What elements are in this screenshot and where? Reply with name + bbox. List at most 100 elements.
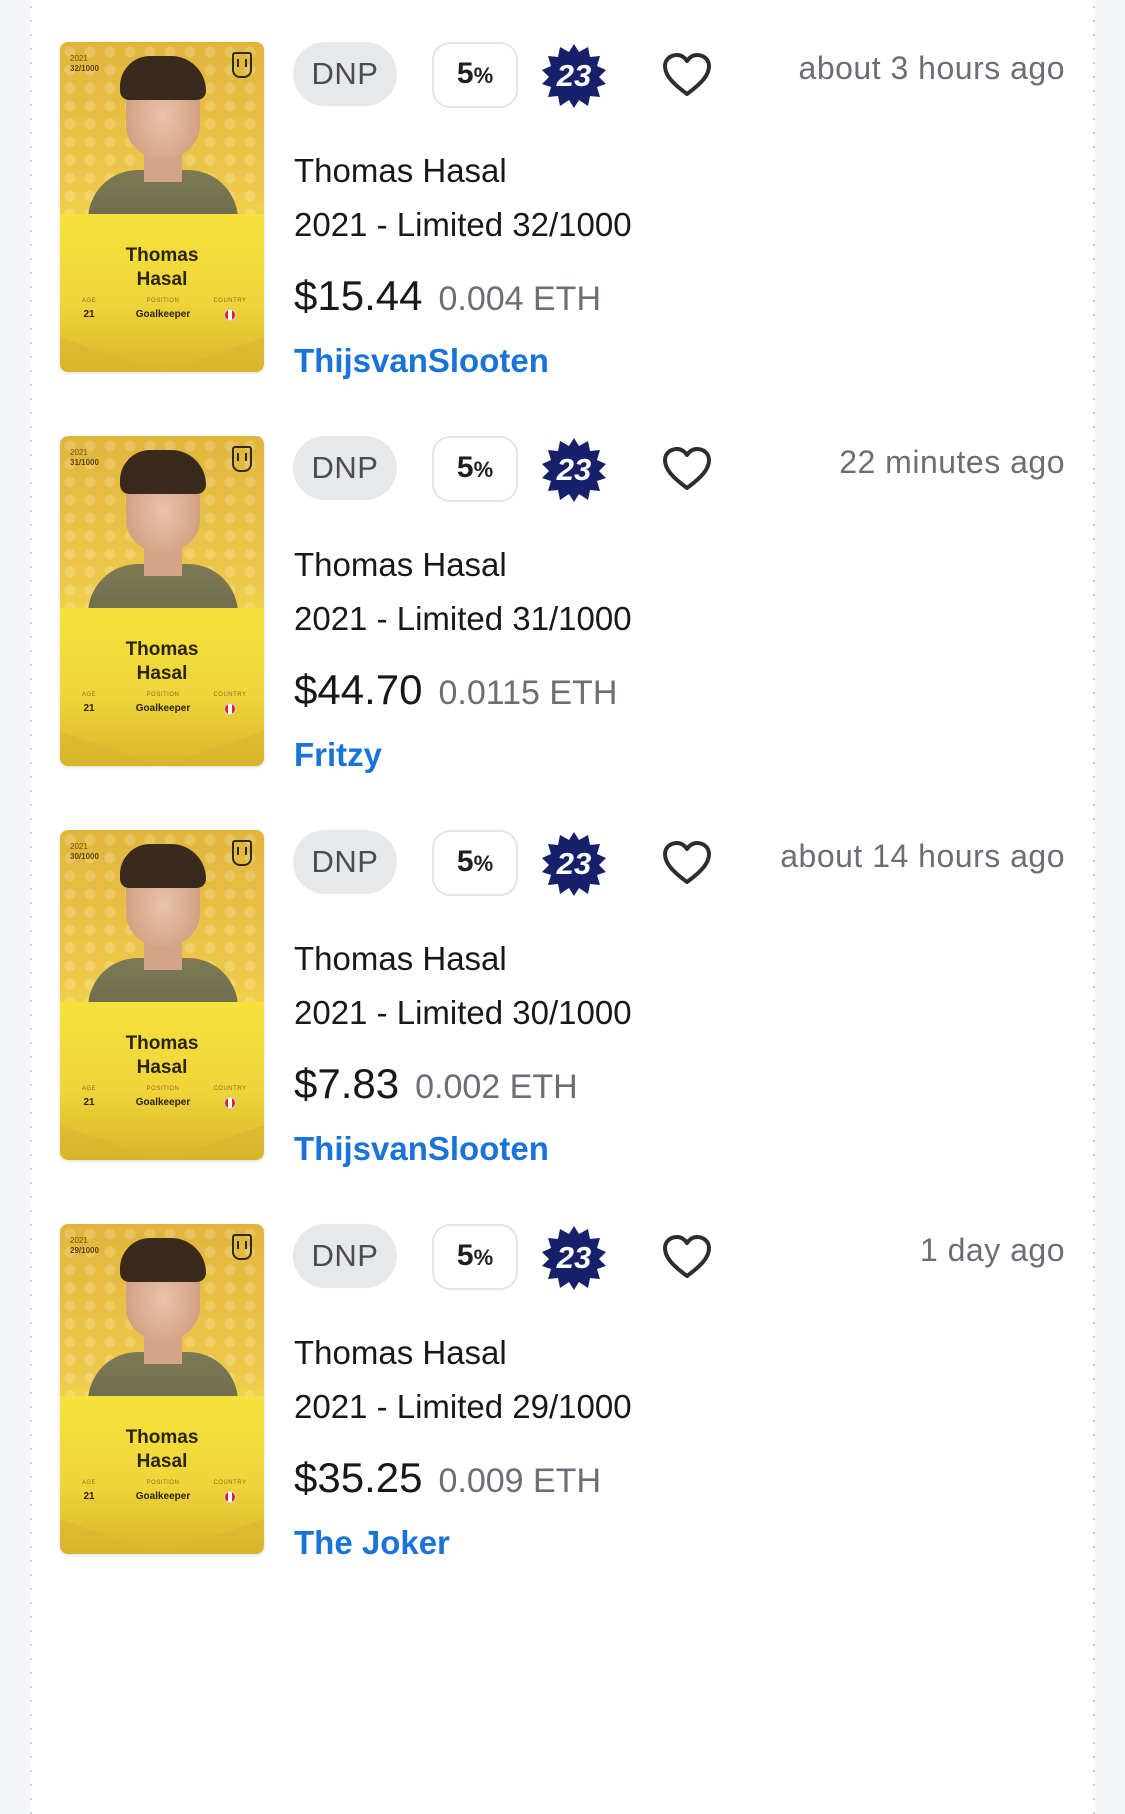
card-player-name: Thomas Hasal bbox=[60, 1032, 264, 1080]
card-position-value: Goalkeeper bbox=[135, 1097, 191, 1108]
price-usd: $7.83 bbox=[294, 1060, 400, 1107]
price-usd: $15.44 bbox=[294, 272, 423, 319]
card-name-plate: Thomas Hasal AGE 21 POSITION Goalkeeper … bbox=[60, 214, 264, 372]
player-card-image[interactable]: 2021 30/1000 Thomas Hasal AGE 21 POSITIO… bbox=[60, 830, 264, 1160]
card-stats: AGE 21 POSITION Goalkeeper COUNTRY bbox=[74, 1086, 250, 1116]
favorite-heart-icon[interactable] bbox=[662, 52, 712, 98]
favorite-heart-icon[interactable] bbox=[662, 1234, 712, 1280]
price-usd: $35.25 bbox=[294, 1454, 423, 1501]
card-position-value: Goalkeeper bbox=[135, 703, 191, 714]
card-season: 2021 bbox=[70, 842, 88, 851]
bonus-badge: 5% bbox=[432, 1224, 518, 1290]
club-crest-icon bbox=[232, 446, 252, 472]
card-age-value: 21 bbox=[83, 703, 95, 714]
card-first-name: Thomas bbox=[125, 245, 199, 266]
bonus-value: 5 bbox=[456, 1239, 474, 1272]
card-serial: 31/1000 bbox=[70, 458, 99, 467]
seller-link[interactable]: Fritzy bbox=[294, 736, 382, 774]
card-country-label: COUNTRY bbox=[213, 692, 247, 698]
bonus-symbol: % bbox=[473, 457, 494, 482]
card-edition: 2021 - Limited 31/1000 bbox=[294, 600, 632, 637]
card-season: 2021 bbox=[70, 1236, 88, 1245]
card-position-label: POSITION bbox=[146, 1086, 180, 1092]
card-age-label: AGE bbox=[81, 1086, 97, 1092]
heart-outline-icon bbox=[663, 53, 711, 96]
card-edition: 2021 - Limited 30/1000 bbox=[294, 994, 632, 1031]
club-crest-icon bbox=[232, 52, 252, 78]
canada-flag-icon bbox=[224, 1491, 236, 1503]
card-player-name: Thomas Hasal bbox=[60, 244, 264, 292]
card-position: POSITION Goalkeeper bbox=[124, 1480, 202, 1502]
card-position: POSITION Goalkeeper bbox=[124, 298, 202, 320]
price-eth: 0.004 ETH bbox=[438, 280, 601, 318]
listing-time: 1 day ago bbox=[919, 1232, 1065, 1268]
card-country: COUNTRY bbox=[210, 692, 250, 715]
card-country-label: COUNTRY bbox=[213, 298, 247, 304]
card-country: COUNTRY bbox=[210, 1086, 250, 1109]
score-value: 23 bbox=[556, 1240, 592, 1275]
player-card-image[interactable]: 2021 29/1000 Thomas Hasal AGE 21 POSITIO… bbox=[60, 1224, 264, 1554]
canada-flag-icon bbox=[224, 309, 236, 321]
price-eth: 0.002 ETH bbox=[415, 1068, 578, 1106]
card-age-label: AGE bbox=[81, 1480, 97, 1486]
listing-row[interactable]: 2021 32/1000 Thomas Hasal AGE 21 POSITIO… bbox=[60, 42, 1065, 382]
card-stats: AGE 21 POSITION Goalkeeper COUNTRY bbox=[74, 298, 250, 328]
listing-row[interactable]: 2021 31/1000 Thomas Hasal AGE 21 POSITIO… bbox=[60, 436, 1065, 776]
card-first-name: Thomas bbox=[125, 1033, 199, 1054]
seller-link[interactable]: The Joker bbox=[294, 1524, 450, 1562]
score-value: 23 bbox=[556, 846, 592, 881]
listing-row[interactable]: 2021 29/1000 Thomas Hasal AGE 21 POSITIO… bbox=[60, 1224, 1065, 1564]
card-edition: 2021 - Limited 32/1000 bbox=[294, 206, 632, 243]
club-crest-icon bbox=[232, 1234, 252, 1260]
card-first-name: Thomas bbox=[125, 1427, 199, 1448]
card-last-name: Hasal bbox=[136, 269, 188, 290]
listing-time: 22 minutes ago bbox=[839, 444, 1065, 480]
bonus-value: 5 bbox=[456, 451, 474, 484]
card-position: POSITION Goalkeeper bbox=[124, 1086, 202, 1108]
card-player-name: Thomas Hasal bbox=[60, 1426, 264, 1474]
price: $15.44 0.004 ETH bbox=[294, 272, 601, 320]
score-badge: 23 bbox=[540, 42, 608, 110]
card-age-value: 21 bbox=[83, 309, 95, 320]
seller-link[interactable]: ThijsvanSlooten bbox=[294, 342, 549, 380]
panel-border-left bbox=[30, 0, 32, 1814]
bonus-symbol: % bbox=[473, 1245, 494, 1270]
card-serial: 32/1000 bbox=[70, 64, 99, 73]
player-name[interactable]: Thomas Hasal bbox=[294, 940, 507, 978]
listing-row[interactable]: 2021 30/1000 Thomas Hasal AGE 21 POSITIO… bbox=[60, 830, 1065, 1170]
player-name[interactable]: Thomas Hasal bbox=[294, 546, 507, 584]
card-first-name: Thomas bbox=[125, 639, 199, 660]
card-position-value: Goalkeeper bbox=[135, 309, 191, 320]
bonus-badge: 5% bbox=[432, 42, 518, 108]
player-name[interactable]: Thomas Hasal bbox=[294, 152, 507, 190]
card-age: AGE 21 bbox=[74, 1480, 104, 1502]
seller-link[interactable]: ThijsvanSlooten bbox=[294, 1130, 549, 1168]
favorite-heart-icon[interactable] bbox=[662, 840, 712, 886]
listing-time: about 3 hours ago bbox=[798, 50, 1065, 86]
heart-outline-icon bbox=[663, 841, 711, 884]
listing-time: about 14 hours ago bbox=[780, 838, 1065, 874]
card-position-label: POSITION bbox=[146, 298, 180, 304]
card-stats: AGE 21 POSITION Goalkeeper COUNTRY bbox=[74, 1480, 250, 1510]
price: $44.70 0.0115 ETH bbox=[294, 666, 617, 714]
player-card-image[interactable]: 2021 31/1000 Thomas Hasal AGE 21 POSITIO… bbox=[60, 436, 264, 766]
price: $7.83 0.002 ETH bbox=[294, 1060, 578, 1108]
score-badge: 23 bbox=[540, 830, 608, 898]
card-age: AGE 21 bbox=[74, 692, 104, 714]
card-age: AGE 21 bbox=[74, 1086, 104, 1108]
card-name-plate: Thomas Hasal AGE 21 POSITION Goalkeeper … bbox=[60, 1002, 264, 1160]
favorite-heart-icon[interactable] bbox=[662, 446, 712, 492]
player-name[interactable]: Thomas Hasal bbox=[294, 1334, 507, 1372]
card-age-value: 21 bbox=[83, 1097, 95, 1108]
card-age-label: AGE bbox=[81, 692, 97, 698]
canada-flag-icon bbox=[224, 1097, 236, 1109]
player-card-image[interactable]: 2021 32/1000 Thomas Hasal AGE 21 POSITIO… bbox=[60, 42, 264, 372]
status-badge-dnp: DNP bbox=[293, 830, 397, 894]
status-badge-dnp: DNP bbox=[293, 42, 397, 106]
bonus-badge: 5% bbox=[432, 830, 518, 896]
card-stats: AGE 21 POSITION Goalkeeper COUNTRY bbox=[74, 692, 250, 722]
price-eth: 0.0115 ETH bbox=[438, 674, 618, 712]
card-age-label: AGE bbox=[81, 298, 97, 304]
heart-outline-icon bbox=[663, 447, 711, 490]
card-last-name: Hasal bbox=[136, 1451, 188, 1472]
